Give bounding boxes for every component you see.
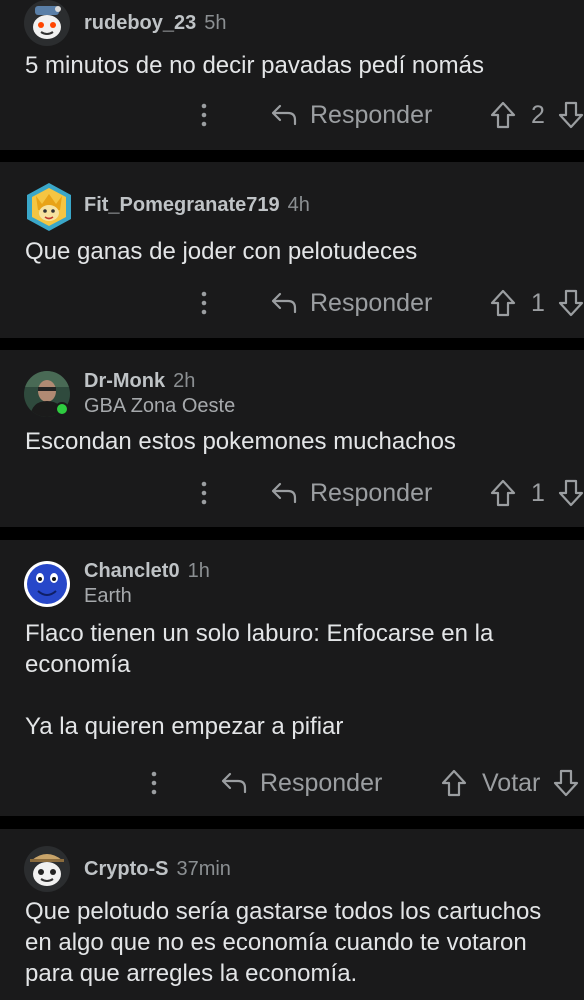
reply-icon	[271, 104, 297, 126]
comment-card: Fit_Pomegranate719 4h Que ganas de joder…	[0, 162, 584, 338]
comment-header: Crypto-S 37min	[24, 846, 231, 892]
more-options-button[interactable]	[146, 763, 162, 803]
downvote-icon[interactable]	[552, 768, 580, 798]
comment-card: Dr-Monk 2h GBA Zona Oeste Escondan estos…	[0, 350, 584, 527]
more-options-button[interactable]	[196, 283, 212, 323]
comment-meta: Dr-Monk 2h GBA Zona Oeste	[84, 370, 235, 418]
comment-body: 5 minutos de no decir pavadas pedí nomás	[25, 52, 484, 79]
upvote-icon[interactable]	[489, 288, 517, 318]
comment-header: Fit_Pomegranate719 4h	[24, 182, 310, 231]
timestamp: 1h	[187, 560, 210, 582]
timestamp: 37min	[176, 857, 231, 880]
reply-label: Responder	[260, 768, 383, 797]
downvote-icon[interactable]	[557, 478, 584, 508]
more-vertical-icon	[151, 771, 157, 795]
vote-controls: Votar	[440, 763, 580, 803]
upvote-icon[interactable]	[440, 768, 468, 798]
reply-icon	[271, 482, 297, 504]
upvote-icon[interactable]	[489, 100, 517, 130]
more-vertical-icon	[201, 291, 207, 315]
comment-actions: Responder 1	[0, 283, 584, 323]
comment-header: rudeboy_23 5h	[24, 0, 227, 46]
reply-label: Responder	[310, 478, 433, 507]
online-status-icon	[55, 402, 69, 416]
username[interactable]: rudeboy_23	[84, 12, 196, 35]
username[interactable]: Fit_Pomegranate719	[84, 194, 280, 217]
comment-actions: Responder 1	[0, 473, 584, 513]
reply-icon	[221, 772, 247, 794]
photo-avatar-icon[interactable]	[24, 371, 70, 417]
upvote-icon[interactable]	[489, 478, 517, 508]
comment-actions: Responder Votar	[0, 763, 584, 803]
user-flair: Earth	[84, 585, 132, 607]
username[interactable]: Crypto-S	[84, 858, 168, 881]
reply-button[interactable]: Responder	[270, 473, 432, 513]
vote-count: 1	[531, 288, 545, 317]
timestamp: 2h	[173, 370, 196, 392]
vote-count: 2	[531, 100, 545, 129]
comment-actions: Responder 2	[0, 95, 584, 135]
more-options-button[interactable]	[196, 473, 212, 513]
reply-button[interactable]: Responder	[220, 763, 382, 803]
comment-feed: rudeboy_23 5h 5 minutos de no decir pava…	[0, 0, 584, 1000]
vote-count: 1	[531, 478, 545, 507]
comment-meta: Crypto-S 37min	[84, 858, 231, 881]
comment-body: Que ganas de joder con pelotudeces	[25, 238, 418, 265]
comment-meta: Fit_Pomegranate719 4h	[84, 194, 310, 217]
comment-meta: Chanclet0 1h Earth	[84, 560, 210, 608]
downvote-icon[interactable]	[557, 100, 584, 130]
username[interactable]: Chanclet0	[84, 560, 180, 583]
comment-card: Crypto-S 37min Que pelotudo sería gastar…	[0, 829, 584, 1000]
comment-body: Flaco tienen un solo laburo: Enfocarse e…	[25, 620, 494, 740]
username[interactable]: Dr-Monk	[84, 370, 165, 393]
timestamp: 5h	[204, 11, 227, 34]
vote-controls: 2	[489, 95, 584, 135]
reply-label: Responder	[310, 100, 433, 129]
comment-meta: rudeboy_23 5h	[84, 12, 227, 35]
pokemon-avatar-icon[interactable]	[24, 182, 71, 231]
user-flair: GBA Zona Oeste	[84, 395, 236, 417]
comment-card: Chanclet0 1h Earth Flaco tienen un solo …	[0, 540, 584, 816]
reply-icon	[271, 292, 297, 314]
timestamp: 4h	[287, 193, 310, 216]
vote-controls: 1	[489, 473, 584, 513]
comment-body: Escondan estos pokemones muchachos	[25, 428, 456, 455]
comment-body: Que pelotudo sería gastarse todos los ca…	[25, 898, 542, 987]
reply-label: Responder	[310, 288, 433, 317]
downvote-icon[interactable]	[557, 288, 584, 318]
comment-header: Dr-Monk 2h GBA Zona Oeste	[24, 370, 235, 418]
more-options-button[interactable]	[196, 95, 212, 135]
reply-button[interactable]: Responder	[270, 95, 432, 135]
reply-button[interactable]: Responder	[270, 283, 432, 323]
more-vertical-icon	[201, 481, 207, 505]
snoo-avatar-icon[interactable]	[24, 846, 70, 892]
comment-card: rudeboy_23 5h 5 minutos de no decir pava…	[0, 0, 584, 150]
comment-header: Chanclet0 1h Earth	[24, 560, 210, 608]
vote-label: Votar	[482, 768, 541, 797]
snoo-avatar-icon[interactable]	[24, 0, 70, 46]
vote-controls: 1	[489, 283, 584, 323]
blue-face-avatar-icon[interactable]	[24, 561, 70, 607]
more-vertical-icon	[201, 103, 207, 127]
